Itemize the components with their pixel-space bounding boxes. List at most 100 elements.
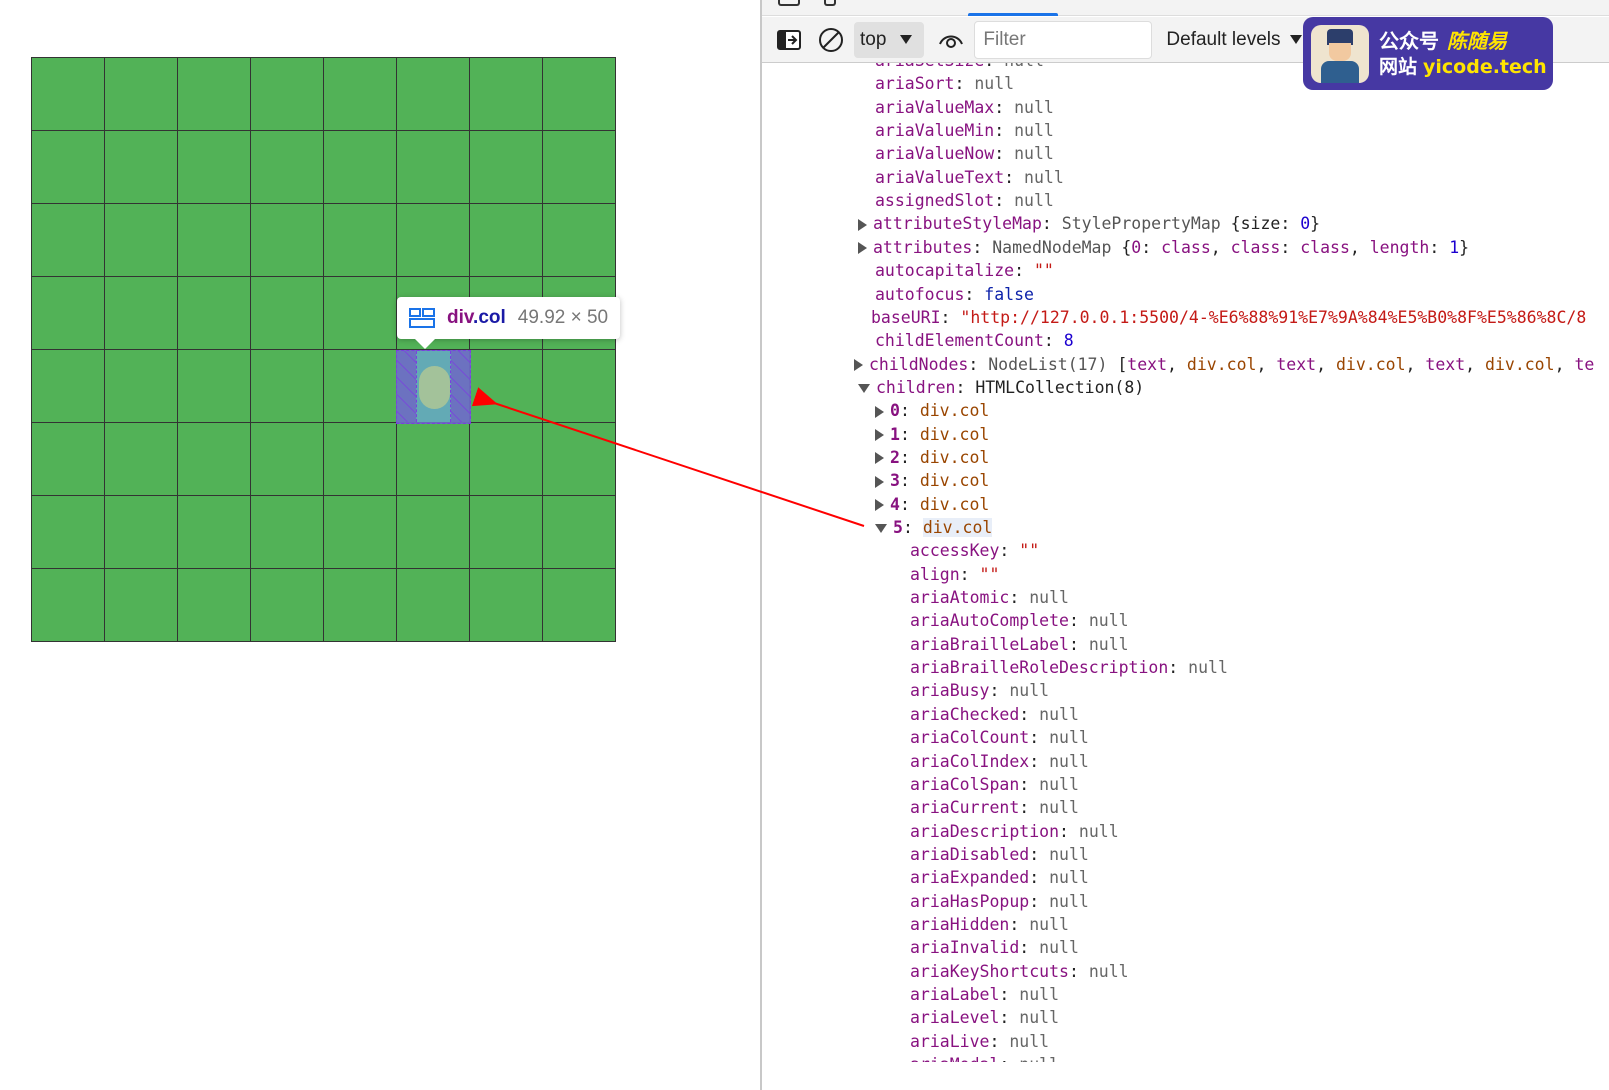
device-toolbar-icon[interactable]: [824, 0, 836, 6]
grid-cell[interactable]: [397, 423, 470, 496]
grid-cell[interactable]: [178, 277, 251, 350]
console-property-row[interactable]: childNodes: NodeList(17) [text, div.col,…: [854, 353, 1594, 376]
expand-triangle-icon[interactable]: [858, 242, 867, 255]
expand-triangle-icon[interactable]: [875, 499, 884, 512]
grid-cell[interactable]: [324, 423, 397, 496]
grid-cell[interactable]: [324, 569, 397, 642]
grid-cell[interactable]: [251, 496, 324, 569]
grid-cell[interactable]: [397, 58, 470, 131]
grid-cell[interactable]: [251, 277, 324, 350]
grid-cell[interactable]: [251, 58, 324, 131]
separator: :: [955, 377, 976, 397]
expand-triangle-icon[interactable]: [875, 452, 884, 465]
grid-cell[interactable]: [470, 496, 543, 569]
child-node-link[interactable]: div.col: [920, 471, 990, 490]
grid-cell[interactable]: [324, 58, 397, 131]
collapse-triangle-icon[interactable]: [858, 383, 870, 393]
grid-cell[interactable]: [105, 569, 178, 642]
grid-cell[interactable]: [32, 277, 105, 350]
grid-cell[interactable]: [470, 350, 543, 423]
grid-cell[interactable]: [543, 423, 616, 496]
grid-cell[interactable]: [105, 277, 178, 350]
property-value: 8: [1063, 331, 1074, 351]
log-levels-dropdown[interactable]: Default levels: [1166, 29, 1303, 51]
grid-cell[interactable]: [178, 569, 251, 642]
grid-cell[interactable]: [470, 204, 543, 277]
expand-triangle-icon[interactable]: [854, 359, 863, 372]
grid-cell[interactable]: [397, 496, 470, 569]
grid-cell[interactable]: [251, 423, 324, 496]
grid-cell[interactable]: [324, 277, 397, 350]
console-property-row[interactable]: 0: div.col: [875, 399, 989, 422]
grid-cell[interactable]: [32, 204, 105, 277]
child-node-link[interactable]: div.col: [920, 495, 990, 514]
console-property-row[interactable]: 3: div.col: [875, 469, 989, 492]
expand-triangle-icon[interactable]: [875, 475, 884, 488]
separator: :: [1019, 704, 1040, 724]
console-property-row[interactable]: 4: div.col: [875, 493, 989, 516]
grid-cell[interactable]: [324, 204, 397, 277]
grid-cell[interactable]: [32, 423, 105, 496]
grid-cell[interactable]: [178, 423, 251, 496]
expand-triangle-icon[interactable]: [875, 405, 884, 418]
grid-cell[interactable]: [105, 58, 178, 131]
grid-cell[interactable]: [251, 131, 324, 204]
grid-cell[interactable]: [178, 131, 251, 204]
expand-triangle-icon[interactable]: [858, 218, 867, 231]
console-property-row[interactable]: attributeStyleMap: StylePropertyMap {siz…: [858, 212, 1320, 235]
grid-cell[interactable]: [105, 350, 178, 423]
grid-cell[interactable]: [470, 131, 543, 204]
grid-cell[interactable]: [105, 423, 178, 496]
grid-cell[interactable]: [32, 350, 105, 423]
property-value: null: [1049, 751, 1089, 771]
grid-cell[interactable]: [178, 204, 251, 277]
grid-cell[interactable]: [324, 496, 397, 569]
grid-cell[interactable]: [543, 569, 616, 642]
grid-cell[interactable]: [105, 204, 178, 277]
console-property-row[interactable]: 1: div.col: [875, 423, 989, 446]
grid-cell[interactable]: [324, 350, 397, 423]
grid-cell[interactable]: [470, 569, 543, 642]
grid-cell[interactable]: [251, 569, 324, 642]
child-node-link[interactable]: div.col: [920, 448, 990, 467]
grid-cell[interactable]: [178, 58, 251, 131]
grid-cell[interactable]: [543, 350, 616, 423]
console-property-row[interactable]: 2: div.col: [875, 446, 989, 469]
grid-cell[interactable]: [32, 496, 105, 569]
grid-cell[interactable]: [105, 131, 178, 204]
sidebar-toggle-button[interactable]: [774, 25, 804, 55]
inspect-element-icon[interactable]: [778, 0, 800, 6]
grid-cell[interactable]: [397, 204, 470, 277]
grid-cell[interactable]: [543, 131, 616, 204]
live-expression-button[interactable]: [936, 25, 966, 55]
console-property-row: ariaValueText: null: [875, 166, 1064, 189]
grid-cell[interactable]: [178, 350, 251, 423]
grid-cell[interactable]: [178, 496, 251, 569]
grid-cell[interactable]: [32, 58, 105, 131]
grid-cell[interactable]: [543, 58, 616, 131]
grid-cell[interactable]: [470, 423, 543, 496]
console-property-row[interactable]: children: HTMLCollection(8): [858, 376, 1144, 399]
expand-triangle-icon[interactable]: [875, 429, 884, 442]
grid-cell[interactable]: [543, 496, 616, 569]
child-node-link[interactable]: div.col: [922, 518, 993, 537]
filter-input[interactable]: [974, 20, 1153, 59]
grid-cell[interactable]: [470, 58, 543, 131]
grid-cell[interactable]: [397, 131, 470, 204]
clear-console-button[interactable]: [816, 25, 846, 55]
grid-cell[interactable]: [251, 350, 324, 423]
grid-cell[interactable]: [543, 204, 616, 277]
collapse-triangle-icon[interactable]: [875, 524, 887, 533]
grid-cell[interactable]: [251, 204, 324, 277]
grid-cell[interactable]: [32, 131, 105, 204]
grid-cell[interactable]: [105, 496, 178, 569]
context-select[interactable]: top: [854, 21, 925, 58]
child-node-link[interactable]: div.col: [920, 401, 990, 420]
console-property-row[interactable]: 5: div.col: [875, 516, 993, 539]
grid-cell[interactable]: [324, 131, 397, 204]
grid-cell[interactable]: [397, 569, 470, 642]
console-property-row: ariaColSpan: null: [910, 773, 1079, 796]
child-node-link[interactable]: div.col: [920, 425, 990, 444]
console-property-row[interactable]: attributes: NamedNodeMap {0: class, clas…: [858, 236, 1469, 259]
grid-cell[interactable]: [32, 569, 105, 642]
